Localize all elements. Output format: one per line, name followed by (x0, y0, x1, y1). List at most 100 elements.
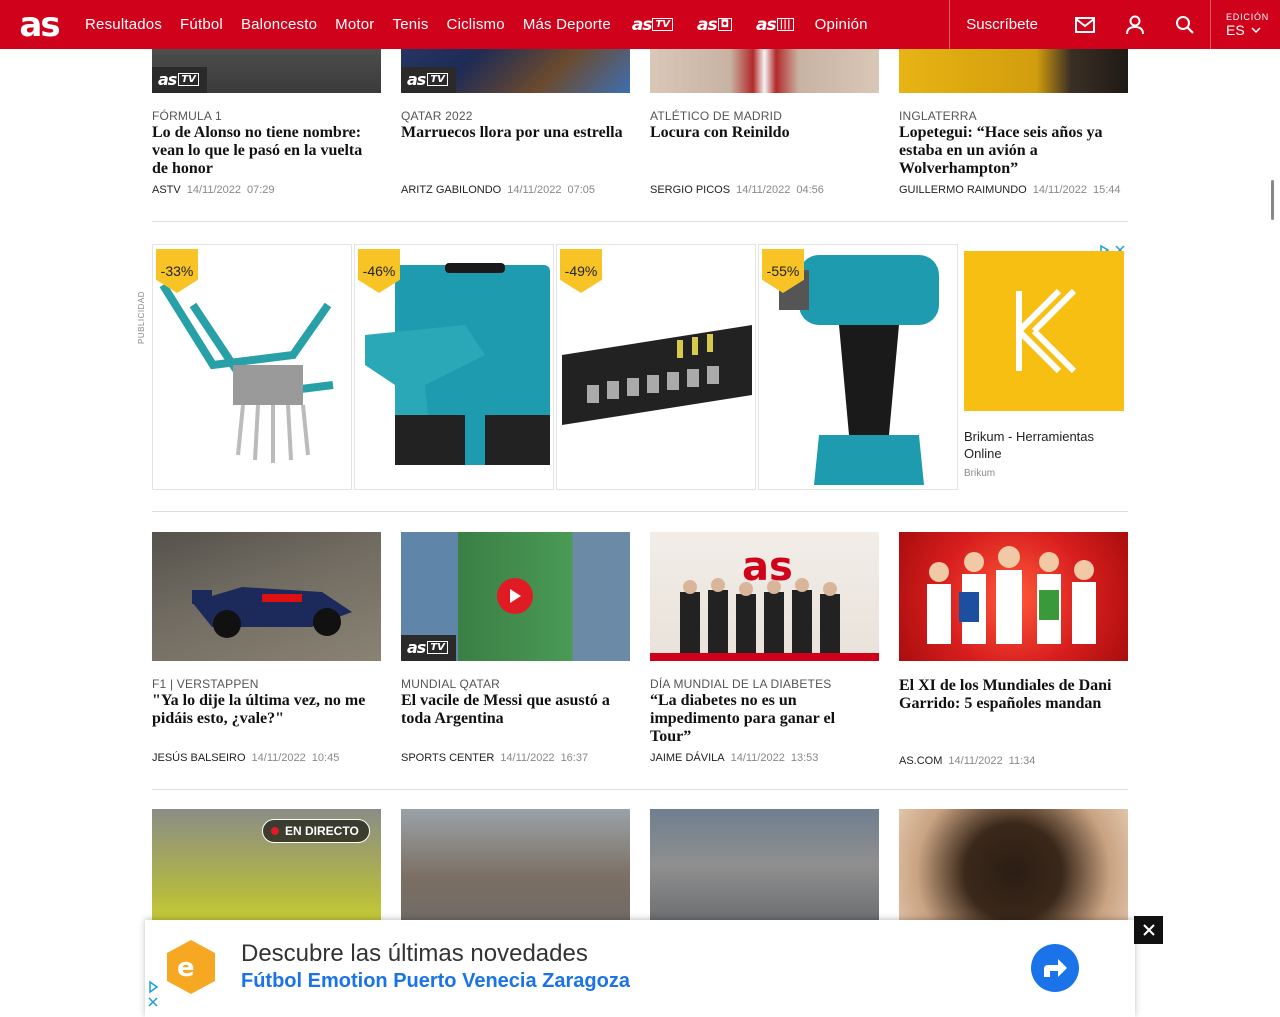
news-date: 14/11/2022 (1032, 184, 1087, 196)
news-author[interactable]: ARITZ GABILONDO (401, 184, 501, 196)
nav-ciclismo[interactable]: Ciclismo (438, 16, 514, 33)
news-author[interactable]: GUILLERMO RAIMUNDO (899, 184, 1027, 196)
news-kicker: ATLÉTICO DE MADRID (650, 109, 783, 123)
news-image: as TV (401, 532, 630, 661)
news-time: 04:56 (796, 184, 824, 196)
news-byline: GUILLERMO RAIMUNDO 14/11/2022 15:44 (899, 184, 1128, 196)
news-headline[interactable]: Lo de Alonso no tiene nombre: vean lo qu… (152, 124, 381, 178)
nav-opinion[interactable]: Opinión (806, 16, 877, 33)
news-byline: AS.COM 14/11/2022 11:34 (899, 755, 1128, 767)
news-byline: SPORTS CENTER 14/11/2022 16:37 (401, 752, 630, 764)
news-date: 14/11/2022 (251, 752, 306, 764)
news-date: 14/11/2022 (736, 184, 791, 196)
news-image: as (650, 532, 879, 661)
adchoices-icon[interactable] (147, 980, 159, 1008)
news-headline[interactable]: El XI de los Mundiales de Dani Garrido: … (899, 677, 1128, 713)
nav-as-audio[interactable]: as ||| (744, 15, 806, 35)
news-time: 10:45 (311, 752, 340, 764)
futbol-emotion-logo: e (167, 940, 215, 994)
news-time: 16:37 (560, 752, 589, 764)
play-icon (510, 589, 521, 603)
news-author[interactable]: JESÚS BALSEIRO (152, 752, 246, 764)
news-kicker: MUNDIAL QATAR (401, 677, 501, 691)
edition-label: EDICIÓN (1226, 11, 1270, 22)
news-author[interactable]: SPORTS CENTER (401, 752, 494, 764)
audio-icon: ||| (776, 18, 794, 31)
nav-as-photo[interactable]: as ◘ (685, 15, 744, 35)
astv-badge: as TV (401, 635, 456, 661)
news-author[interactable]: JAIME DÁVILA (650, 752, 725, 764)
user-icon[interactable] (1110, 0, 1160, 49)
top-navigation-bar: as Resultados Fútbol Baloncesto Motor Te… (0, 0, 1280, 49)
astv-word: as (158, 70, 177, 89)
news-kicker: INGLATERRA (899, 109, 977, 123)
news-card[interactable]: as TV MUNDIAL QATAR El vacile de Messi qu… (401, 532, 630, 767)
news-time: 11:34 (1008, 755, 1036, 767)
news-card[interactable]: F1 | VERSTAPPEN "Ya lo dije la última ve… (152, 532, 381, 767)
live-dot-icon (271, 827, 279, 835)
play-button[interactable] (497, 578, 533, 614)
advertisement[interactable]: -33% -46% -49% -55% Brikum - Herramienta… (152, 244, 1128, 490)
nav-futbol[interactable]: Fútbol (171, 16, 232, 33)
news-author[interactable]: SERGIO PICOS (650, 184, 730, 196)
nav-tenis[interactable]: Tenis (384, 16, 438, 33)
news-time: 13:53 (790, 752, 819, 764)
subscribe-link[interactable]: Suscríbete (950, 16, 1060, 33)
banner-close-button[interactable] (1134, 916, 1163, 944)
astv-tag: TV (427, 73, 448, 86)
edition-selector[interactable]: EDICIÓN ES (1210, 0, 1280, 49)
news-headline[interactable]: Marruecos llora por una estrella (401, 124, 630, 142)
news-headline[interactable]: Locura con Reinildo (650, 124, 879, 142)
news-byline: JESÚS BALSEIRO 14/11/2022 10:45 (152, 752, 381, 764)
news-time: 07:29 (246, 184, 275, 196)
news-kicker: QATAR 2022 (401, 109, 473, 123)
news-card[interactable]: El XI de los Mundiales de Dani Garrido: … (899, 532, 1128, 767)
section-divider (152, 789, 1128, 790)
ad-product-impact-driver[interactable]: -55% (758, 244, 958, 490)
nav-motor[interactable]: Motor (326, 16, 383, 33)
astv-tag: TV (652, 18, 674, 31)
ad-title[interactable]: Brikum - Herramientas Online (964, 428, 1124, 462)
news-author[interactable]: ASTV (152, 184, 181, 196)
news-byline: JAIME DÁVILA 14/11/2022 13:53 (650, 752, 879, 764)
live-label: EN DIRECTO (285, 824, 359, 838)
news-kicker: F1 | VERSTAPPEN (152, 677, 259, 691)
mail-icon[interactable] (1060, 0, 1110, 49)
news-kicker: DÍA MUNDIAL DE LA DIABETES (650, 677, 832, 691)
scrollbar[interactable] (1271, 180, 1274, 220)
news-row-2: F1 | VERSTAPPEN "Ya lo dije la última ve… (152, 532, 1128, 767)
astv-word: as (407, 70, 426, 89)
ad-source[interactable]: Brikum (964, 468, 995, 479)
news-headline[interactable]: Lopetegui: “Hace seis años ya estaba en … (899, 124, 1128, 178)
news-time: 07:05 (567, 184, 596, 196)
nav-astv[interactable]: as TV (620, 15, 685, 35)
chevron-down-icon (1251, 26, 1261, 33)
players-collage-image (927, 546, 1096, 644)
nav-baloncesto[interactable]: Baloncesto (232, 16, 326, 33)
section-divider (152, 511, 1128, 512)
brikum-logo[interactable] (964, 251, 1124, 411)
news-time: 15:44 (1093, 184, 1121, 196)
astv-word: as (407, 638, 426, 657)
svg-text:e: e (177, 953, 195, 983)
banner-title[interactable]: Descubre las últimas novedades (241, 940, 588, 968)
ad-product-bit-set[interactable]: -49% (556, 244, 756, 490)
as-logo[interactable]: as (0, 0, 76, 49)
nav-mas-deporte[interactable]: Más Deporte (514, 16, 620, 33)
ad-product-tiller[interactable]: -33% (152, 244, 352, 490)
directions-button[interactable] (1031, 944, 1079, 992)
edition-value: ES (1226, 22, 1280, 38)
astv-tag: TV (427, 641, 448, 654)
banner-subtitle[interactable]: Fútbol Emotion Puerto Venecia Zaragoza (241, 970, 630, 993)
news-headline[interactable]: El vacile de Messi que asustó a toda Arg… (401, 692, 630, 728)
ad-product-drill-kit[interactable]: -46% (354, 244, 554, 490)
bottom-banner-ad[interactable]: e Descubre las últimas novedades Fútbol … (145, 920, 1135, 1017)
f1-car-image (192, 587, 352, 638)
news-headline[interactable]: “La diabetes no es un impedimento para g… (650, 692, 879, 746)
nav-resultados[interactable]: Resultados (76, 16, 171, 33)
news-card[interactable]: as DÍA MUNDIAL DE LA DIABETES “La diabet… (650, 532, 879, 767)
ad-label: PUBLICIDAD (137, 290, 146, 344)
news-headline[interactable]: "Ya lo dije la última vez, no me pidáis … (152, 692, 381, 728)
search-icon[interactable] (1160, 0, 1210, 49)
news-author[interactable]: AS.COM (899, 755, 942, 767)
